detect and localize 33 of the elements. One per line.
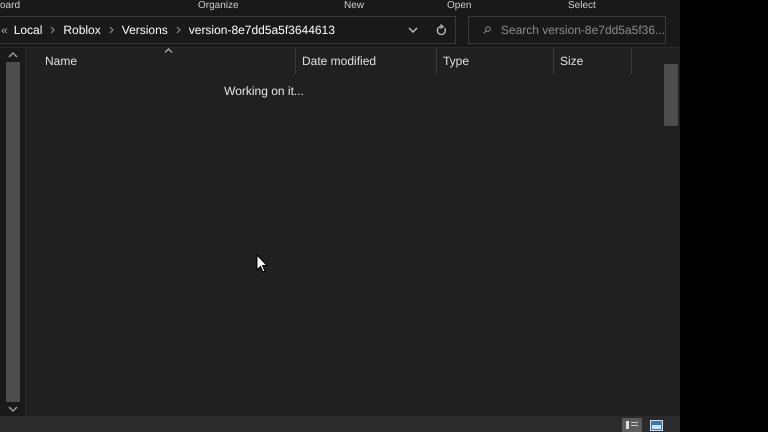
overflow-chevron[interactable]: « — [1, 21, 8, 39]
scrollbar-thumb[interactable] — [6, 62, 20, 402]
ribbon-group-label: oard — [0, 0, 20, 12]
tiles-view-icon — [650, 420, 662, 430]
chevron-right-icon[interactable] — [108, 26, 114, 34]
sort-ascending-icon — [164, 48, 173, 53]
breadcrumb-item[interactable]: Versions — [122, 21, 168, 39]
breadcrumb-item[interactable]: Roblox — [63, 21, 101, 39]
search-placeholder: Search version-8e7dd5a5f36... — [500, 22, 665, 39]
scroll-down-icon[interactable] — [8, 406, 18, 412]
column-header[interactable]: Date modified — [296, 48, 437, 74]
column-header[interactable]: Size — [554, 48, 632, 74]
column-header[interactable]: Name — [26, 48, 296, 74]
chevron-right-icon[interactable] — [176, 26, 181, 34]
ribbon-group-label: Organize — [198, 0, 239, 12]
ribbon-group-label: Open — [447, 0, 472, 12]
refresh-icon[interactable] — [436, 24, 447, 36]
dropdown-chevron-icon[interactable] — [408, 27, 418, 33]
ribbon-group-label: New — [344, 0, 364, 12]
details-view-icon — [626, 420, 638, 430]
view-toggle-button[interactable] — [622, 418, 642, 432]
column-header[interactable]: Type — [437, 48, 554, 74]
status-message: Working on it... — [224, 83, 305, 100]
breadcrumb-item[interactable]: version-8e7dd5a5f3644613 — [188, 21, 335, 39]
address-bar[interactable]: « Local Roblox Versions version-8e7dd5a5f3644613 — [0, 16, 456, 44]
chevron-right-icon[interactable] — [50, 26, 56, 34]
mouse-cursor-icon — [256, 254, 268, 273]
scroll-up-icon[interactable] — [8, 52, 18, 58]
search-field[interactable]: Search version-8e7dd5a5f36... — [468, 16, 666, 44]
search-icon — [483, 24, 491, 36]
ribbon-group-label: Select — [568, 0, 596, 12]
breadcrumb-item[interactable]: Local — [14, 21, 42, 39]
scrollbar-thumb[interactable] — [664, 64, 678, 126]
